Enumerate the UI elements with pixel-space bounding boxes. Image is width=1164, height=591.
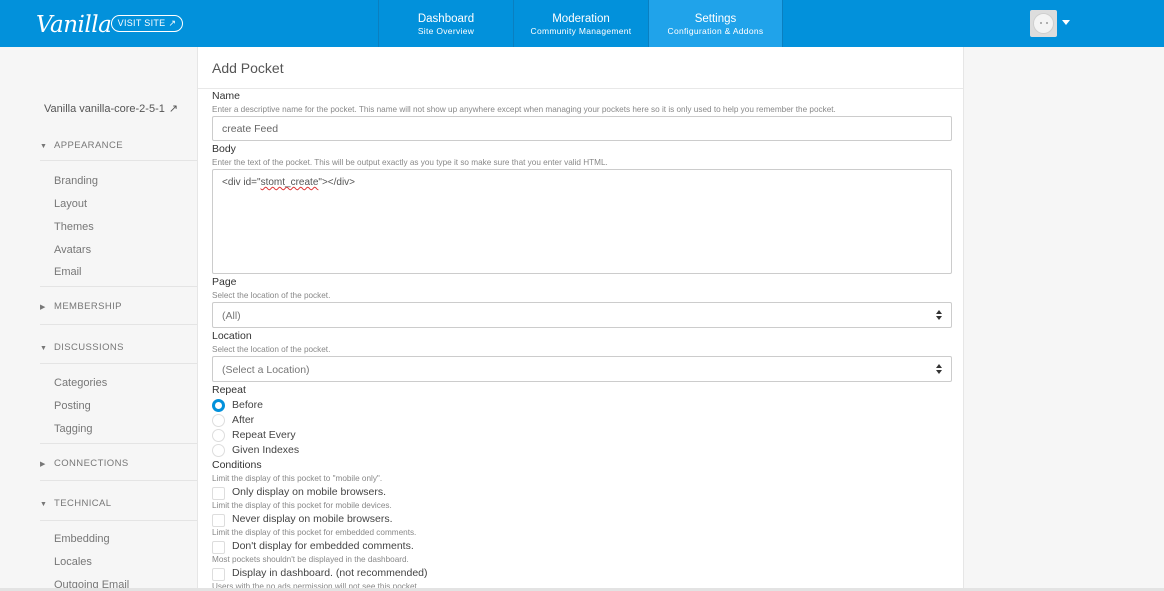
caret-down-icon: ▼ xyxy=(40,345,48,352)
repeat-label: Repeat xyxy=(212,384,246,396)
name-input[interactable]: create Feed xyxy=(212,116,952,141)
chevron-down-icon[interactable] xyxy=(1062,20,1070,25)
location-select[interactable]: (Select a Location) xyxy=(212,356,952,382)
location-label: Location xyxy=(212,330,252,342)
tab-moderation[interactable]: Moderation Community Management xyxy=(513,0,648,47)
sidebar-section-connections[interactable]: ▶ CONNECTIONS xyxy=(40,458,129,469)
radio-selected-icon xyxy=(212,399,225,412)
divider xyxy=(40,286,197,287)
tab-moderation-title: Moderation xyxy=(552,13,610,25)
sidebar-section-label: MEMBERSHIP xyxy=(54,301,122,312)
checkbox-label: Only display on mobile browsers. xyxy=(232,486,387,498)
page-hint: Select the location of the pocket. xyxy=(212,291,331,300)
divider xyxy=(40,520,197,521)
select-arrows-icon xyxy=(936,364,942,374)
tab-dashboard-title: Dashboard xyxy=(417,13,475,25)
checkbox-icon xyxy=(212,568,225,581)
radio-label: After xyxy=(232,414,255,426)
radio-icon xyxy=(212,429,225,442)
checkbox-icon xyxy=(212,541,225,554)
caret-right-icon: ▶ xyxy=(40,461,46,468)
tab-moderation-subtitle: Community Management xyxy=(530,26,632,36)
checkbox-icon xyxy=(212,487,225,500)
visit-site-button[interactable]: VISIT SITE ↗ xyxy=(111,15,183,32)
body-label: Body xyxy=(212,143,236,155)
site-name-label: Vanilla vanilla-core-2-5-1 xyxy=(44,103,165,115)
sidebar-item-email[interactable]: Email xyxy=(54,266,82,278)
vanilla-logo[interactable]: Vanilla xyxy=(36,12,112,38)
divider xyxy=(40,160,197,161)
top-navigation-bar: Vanilla VISIT SITE ↗ Dashboard Site Overv… xyxy=(0,0,1164,47)
body-text-misspelled: stomt_create xyxy=(260,177,319,188)
avatar-face-icon xyxy=(1033,13,1054,34)
checkbox-icon xyxy=(212,514,225,527)
sidebar-section-discussions[interactable]: ▼ DISCUSSIONS xyxy=(40,342,124,353)
caret-down-icon: ▼ xyxy=(40,501,48,508)
radio-icon xyxy=(212,414,225,427)
sidebar-item-avatars[interactable]: Avatars xyxy=(54,244,91,256)
divider xyxy=(40,363,197,364)
body-text-start: <div id=" xyxy=(222,177,261,188)
location-select-value: (Select a Location) xyxy=(222,364,310,376)
radio-label: Given Indexes xyxy=(232,444,300,456)
caret-right-icon: ▶ xyxy=(40,304,46,311)
page-label: Page xyxy=(212,276,237,288)
sidebar-item-tagging[interactable]: Tagging xyxy=(54,423,93,435)
tab-dashboard-subtitle: Site Overview xyxy=(417,26,475,36)
radio-label: Repeat Every xyxy=(232,429,296,441)
avatar[interactable] xyxy=(1030,10,1057,37)
body-text-end: "></div> xyxy=(318,177,356,188)
conditions-label: Conditions xyxy=(212,459,262,471)
tab-settings-subtitle: Configuration & Addons xyxy=(667,26,764,36)
visit-site-label: VISIT SITE xyxy=(117,18,166,28)
tab-settings-title: Settings xyxy=(694,13,737,25)
page-select-value: (All) xyxy=(222,310,241,322)
name-label: Name xyxy=(212,90,241,102)
sidebar-section-membership[interactable]: ▶ MEMBERSHIP xyxy=(40,301,122,312)
page-title: Add Pocket xyxy=(212,60,284,76)
page-select[interactable]: (All) xyxy=(212,302,952,328)
sidebar: Vanilla vanilla-core-2-5-1 ↗ ▼ APPEARANCE … xyxy=(0,47,197,591)
external-link-icon: ↗ xyxy=(168,103,179,115)
divider xyxy=(198,88,963,89)
caret-down-icon: ▼ xyxy=(40,143,48,150)
condition-hint: Most pockets shouldn't be displayed in t… xyxy=(212,555,409,564)
sidebar-item-embedding[interactable]: Embedding xyxy=(54,533,110,545)
sidebar-section-label: DISCUSSIONS xyxy=(54,342,124,353)
name-hint: Enter a descriptive name for the pocket.… xyxy=(212,105,836,114)
body-hint: Enter the text of the pocket. This will … xyxy=(212,158,608,167)
tab-settings[interactable]: Settings Configuration & Addons xyxy=(648,0,783,47)
divider xyxy=(40,443,197,444)
sidebar-section-label: APPEARANCE xyxy=(54,140,123,151)
sidebar-item-branding[interactable]: Branding xyxy=(54,175,98,187)
radio-icon xyxy=(212,444,225,457)
sidebar-item-locales[interactable]: Locales xyxy=(54,556,92,568)
checkbox-label: Never display on mobile browsers. xyxy=(232,513,393,525)
sidebar-section-technical[interactable]: ▼ TECHNICAL xyxy=(40,498,111,509)
location-hint: Select the location of the pocket. xyxy=(212,345,331,354)
divider xyxy=(40,324,197,325)
sidebar-section-appearance[interactable]: ▼ APPEARANCE xyxy=(40,140,123,151)
sidebar-item-themes[interactable]: Themes xyxy=(54,221,94,233)
site-link[interactable]: Vanilla vanilla-core-2-5-1 ↗ xyxy=(44,102,178,115)
condition-hint: Limit the display of this pocket to "mob… xyxy=(212,474,383,483)
sidebar-item-posting[interactable]: Posting xyxy=(54,400,91,412)
main-nav: Dashboard Site Overview Moderation Commu… xyxy=(378,0,783,47)
add-pocket-panel: Add Pocket Name Enter a descriptive name… xyxy=(197,47,964,591)
select-arrows-icon xyxy=(936,310,942,320)
condition-hint: Limit the display of this pocket for mob… xyxy=(212,501,392,510)
sidebar-item-layout[interactable]: Layout xyxy=(54,198,87,210)
sidebar-section-label: TECHNICAL xyxy=(54,498,112,509)
external-arrow-icon: ↗ xyxy=(168,18,177,28)
divider xyxy=(40,480,197,481)
condition-hint: Limit the display of this pocket for emb… xyxy=(212,528,417,537)
sidebar-section-label: CONNECTIONS xyxy=(54,458,129,469)
radio-label: Before xyxy=(232,399,263,411)
sidebar-item-categories[interactable]: Categories xyxy=(54,377,107,389)
tab-dashboard[interactable]: Dashboard Site Overview xyxy=(378,0,513,47)
checkbox-label: Don't display for embedded comments. xyxy=(232,540,414,552)
body-textarea[interactable]: <div id="stomt_create"></div> xyxy=(212,169,952,274)
checkbox-label: Display in dashboard. (not recommended) xyxy=(232,567,428,579)
